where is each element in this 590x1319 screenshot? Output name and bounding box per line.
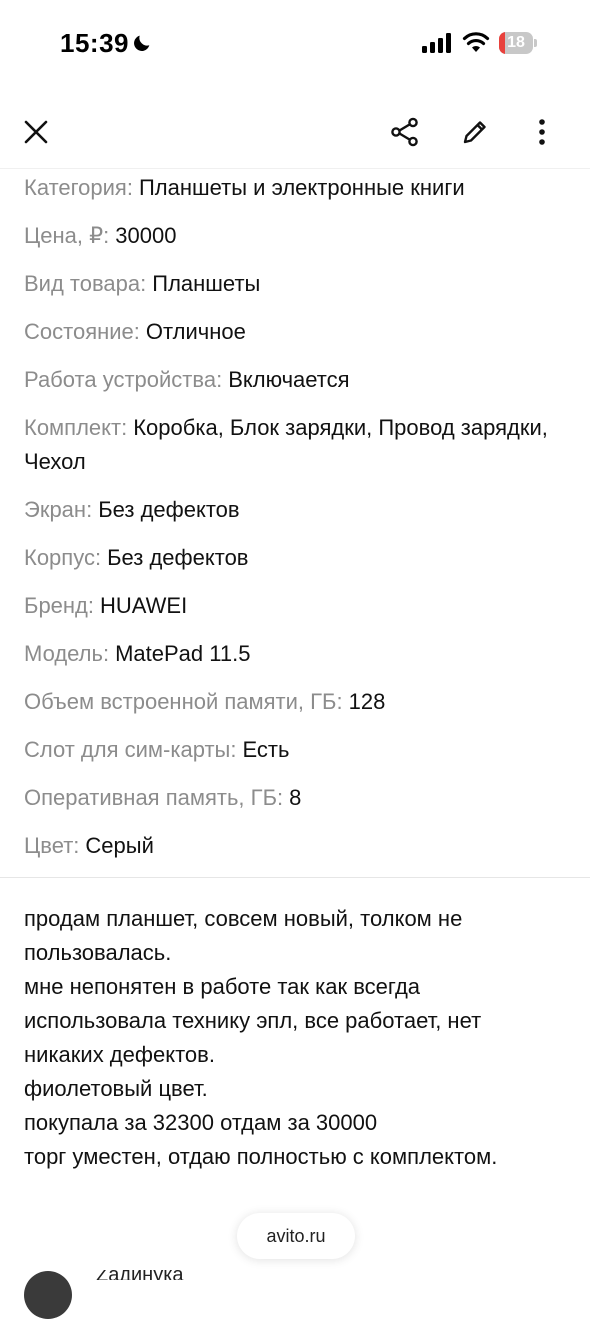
- moon-icon: [134, 35, 150, 51]
- param-colon: :: [133, 319, 140, 344]
- description-line: покупала за 32300 отдам за 30000: [24, 1110, 378, 1135]
- close-icon: [24, 120, 48, 144]
- param-value: Отличное: [145, 319, 246, 344]
- more-icon: [539, 119, 545, 145]
- param-colon: :: [87, 593, 95, 618]
- description: продам планшет, совсем новый, толком не …: [0, 902, 590, 1174]
- param-label: Категория: [24, 175, 127, 200]
- param-label: Цвет: [24, 833, 74, 858]
- param-value: Планшеты: [152, 271, 261, 296]
- param-value: MatePad 11.5: [115, 641, 251, 666]
- param-row: Оперативная память, ГБ: 8: [24, 781, 566, 815]
- param-row: Цвет: Серый: [24, 829, 566, 863]
- description-line: продам планшет, совсем новый, толком не …: [24, 906, 463, 965]
- description-line: мне непонятен в работе так как всегда ис…: [24, 974, 482, 1067]
- param-value: Без дефектов: [98, 497, 240, 522]
- share-icon: [391, 117, 418, 147]
- param-colon: :: [140, 271, 147, 296]
- param-label: Бренд: [24, 593, 88, 618]
- param-row: Вид товара: Планшеты: [24, 267, 566, 301]
- toolbar: [0, 96, 590, 168]
- param-label: Оперативная память, ГБ: [24, 785, 278, 810]
- battery-percent: 18: [507, 34, 525, 51]
- param-colon: :: [230, 737, 237, 762]
- param-label: Комплект: [24, 415, 122, 440]
- parameters-list: Категория: Планшеты и электронные книги Це…: [0, 169, 590, 863]
- param-value: 128: [348, 689, 386, 714]
- param-colon: :: [126, 175, 133, 200]
- param-label: Слот для сим-карты: [24, 737, 231, 762]
- param-row: Объем встроенной памяти, ГБ: 128: [24, 685, 566, 719]
- avatar[interactable]: [24, 1271, 72, 1319]
- status-time: 15:39: [60, 28, 129, 58]
- param-row: Модель: MatePad 11.5: [24, 637, 566, 671]
- divider: [0, 877, 590, 878]
- param-colon: :: [103, 223, 110, 248]
- param-value: HUAWEI: [100, 593, 188, 618]
- param-row: Состояние: Отличное: [24, 315, 566, 349]
- param-label: Корпус: [24, 545, 95, 570]
- param-value: Есть: [242, 737, 290, 762]
- description-line: торг уместен, отдаю полностью с комплект…: [24, 1144, 498, 1169]
- signal-icon: [422, 33, 451, 53]
- param-label: Объем встроенной памяти, ГБ: [24, 689, 337, 714]
- param-row: Слот для сим-карты: Есть: [24, 733, 566, 767]
- param-colon: :: [102, 641, 110, 666]
- param-value: Серый: [85, 833, 154, 858]
- param-label: Состояние: [24, 319, 134, 344]
- param-label: Экран: [24, 497, 87, 522]
- param-colon: :: [86, 497, 93, 522]
- battery-tip: [534, 39, 537, 47]
- param-colon: :: [94, 545, 102, 570]
- param-row: Корпус: Без дефектов: [24, 541, 566, 575]
- edit-icon: [463, 121, 486, 144]
- more-options-button[interactable]: [520, 110, 564, 154]
- listing-content: Категория: Планшеты и электронные книги Це…: [0, 168, 590, 1174]
- param-row: Экран: Без дефектов: [24, 493, 566, 527]
- param-value: Планшеты и электронные книги: [138, 175, 465, 200]
- seller-name: Zaдинука: [96, 1270, 196, 1280]
- edit-button[interactable]: [453, 110, 497, 154]
- seller-name-peek[interactable]: Zaдинука: [96, 1270, 196, 1280]
- param-colon: :: [277, 785, 284, 810]
- param-row: Работа устройства: Включается: [24, 363, 566, 397]
- battery-icon: 18: [499, 32, 537, 54]
- param-value: 8: [289, 785, 302, 810]
- param-value: Включается: [228, 367, 350, 392]
- param-label: Модель: [24, 641, 103, 666]
- param-colon: :: [216, 367, 223, 392]
- battery-body: 18: [499, 32, 533, 54]
- wifi-icon: [462, 32, 490, 52]
- close-button[interactable]: [14, 110, 58, 154]
- param-row: Комплект: Коробка, Блок зарядки, Провод з…: [24, 411, 566, 479]
- url-pill[interactable]: avito.ru: [237, 1213, 355, 1259]
- param-value: Без дефектов: [107, 545, 249, 570]
- param-colon: :: [73, 833, 80, 858]
- param-value: 30000: [115, 223, 177, 248]
- share-button[interactable]: [383, 110, 427, 154]
- param-row: Цена, ₽: 30000: [24, 219, 566, 253]
- description-line: фиолетовый цвет.: [24, 1076, 208, 1101]
- param-row: Бренд: HUAWEI: [24, 589, 566, 623]
- param-row: Категория: Планшеты и электронные книги: [24, 171, 566, 205]
- param-label: Вид товара: [24, 271, 141, 296]
- param-colon: :: [336, 689, 343, 714]
- param-colon: :: [121, 415, 128, 440]
- status-bar: 15:39 18: [0, 0, 590, 90]
- param-label: Работа устройства: [24, 367, 217, 392]
- param-label: Цена, ₽: [24, 223, 104, 248]
